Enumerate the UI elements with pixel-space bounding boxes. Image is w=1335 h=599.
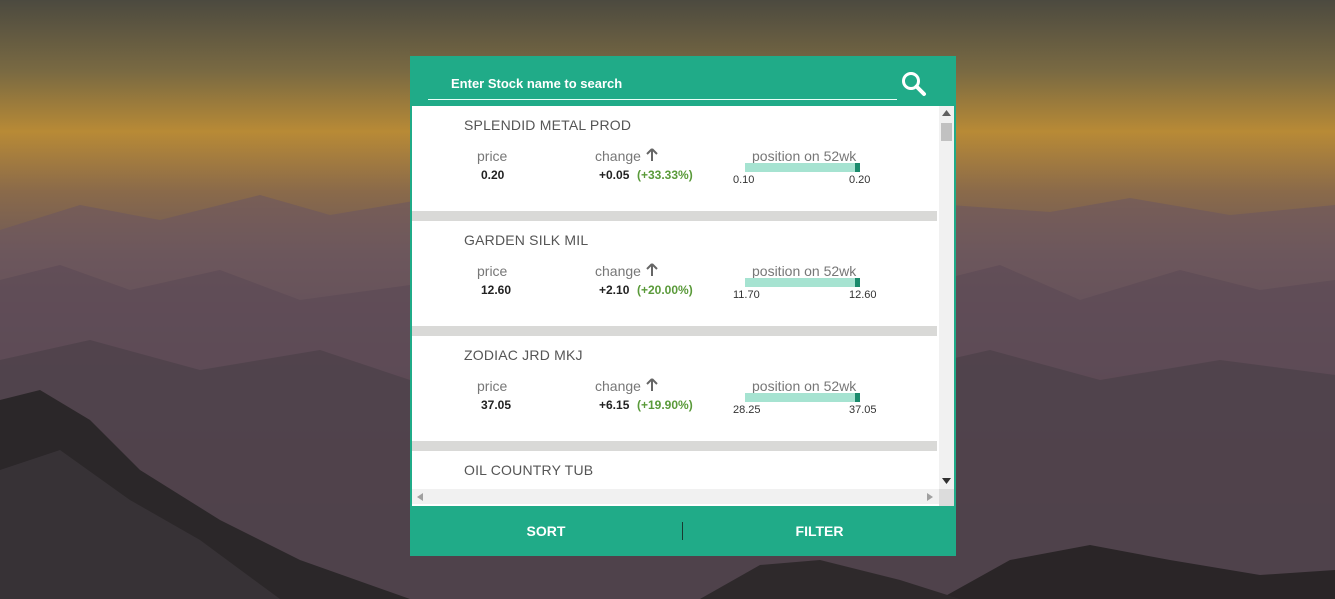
scroll-left-icon[interactable] bbox=[417, 493, 423, 501]
card-separator bbox=[412, 441, 937, 451]
price-label: price bbox=[477, 148, 508, 164]
horizontal-scrollbar[interactable] bbox=[412, 489, 939, 504]
change-percent: (+33.33%) bbox=[637, 168, 693, 182]
search-icon[interactable] bbox=[900, 70, 928, 98]
scrollbar-thumb[interactable] bbox=[941, 123, 952, 141]
stock-name: ZODIAC JRD MKJ bbox=[464, 347, 583, 363]
price-value: 0.20 bbox=[481, 168, 505, 182]
price-label: price bbox=[477, 378, 508, 394]
arrow-up-icon bbox=[646, 263, 658, 276]
stock-name: GARDEN SILK MIL bbox=[464, 232, 589, 248]
footer-bar: SORT FILTER bbox=[410, 506, 956, 556]
change-percent: (+19.90%) bbox=[637, 398, 693, 412]
card-separator bbox=[412, 211, 937, 221]
stock-widget: SPLENDID METAL PROD price change positio… bbox=[410, 56, 956, 556]
low-52wk: 28.25 bbox=[733, 404, 761, 416]
position-marker bbox=[855, 163, 860, 172]
filter-button[interactable]: FILTER bbox=[683, 506, 956, 556]
stock-list[interactable]: SPLENDID METAL PROD price change positio… bbox=[412, 106, 937, 489]
search-bar bbox=[410, 56, 956, 106]
position-bar bbox=[745, 163, 860, 172]
sort-button[interactable]: SORT bbox=[410, 506, 682, 556]
low-52wk: 11.70 bbox=[733, 289, 760, 301]
list-item[interactable]: OIL COUNTRY TUB bbox=[412, 451, 937, 489]
scroll-up-icon[interactable] bbox=[942, 110, 951, 116]
change-label: change bbox=[595, 378, 641, 394]
position-bar bbox=[745, 393, 860, 402]
change-value: +2.10 bbox=[599, 283, 630, 297]
arrow-up-icon bbox=[646, 148, 658, 161]
scroll-right-icon[interactable] bbox=[927, 493, 933, 501]
arrow-up-icon bbox=[646, 378, 658, 391]
high-52wk: 37.05 bbox=[849, 404, 877, 416]
position-label: position on 52wk bbox=[752, 148, 857, 164]
position-bar bbox=[745, 278, 860, 287]
position-marker bbox=[855, 393, 860, 402]
change-value: +6.15 bbox=[599, 398, 630, 412]
change-label: change bbox=[595, 148, 641, 164]
change-label: change bbox=[595, 263, 641, 279]
stock-list-frame: SPLENDID METAL PROD price change positio… bbox=[412, 106, 954, 506]
position-label: position on 52wk bbox=[752, 378, 857, 394]
position-label: position on 52wk bbox=[752, 263, 857, 279]
high-52wk: 0.20 bbox=[849, 174, 871, 186]
position-marker bbox=[855, 278, 860, 287]
list-item[interactable]: SPLENDID METAL PROD price change positio… bbox=[412, 106, 937, 211]
stock-name: SPLENDID METAL PROD bbox=[464, 117, 632, 133]
card-separator bbox=[412, 326, 937, 336]
scroll-down-icon[interactable] bbox=[942, 478, 951, 484]
price-value: 37.05 bbox=[481, 398, 512, 412]
high-52wk: 12.60 bbox=[849, 289, 877, 301]
search-input[interactable] bbox=[428, 68, 897, 100]
low-52wk: 0.10 bbox=[733, 174, 755, 186]
vertical-scrollbar[interactable] bbox=[939, 106, 954, 489]
list-item[interactable]: GARDEN SILK MIL price change position on… bbox=[412, 221, 937, 326]
change-value: +0.05 bbox=[599, 168, 630, 182]
change-percent: (+20.00%) bbox=[637, 283, 693, 297]
price-label: price bbox=[477, 263, 508, 279]
list-item[interactable]: ZODIAC JRD MKJ price change position on … bbox=[412, 336, 937, 441]
price-value: 12.60 bbox=[481, 283, 512, 297]
scrollbar-corner bbox=[939, 489, 954, 506]
stock-name: OIL COUNTRY TUB bbox=[464, 462, 594, 478]
